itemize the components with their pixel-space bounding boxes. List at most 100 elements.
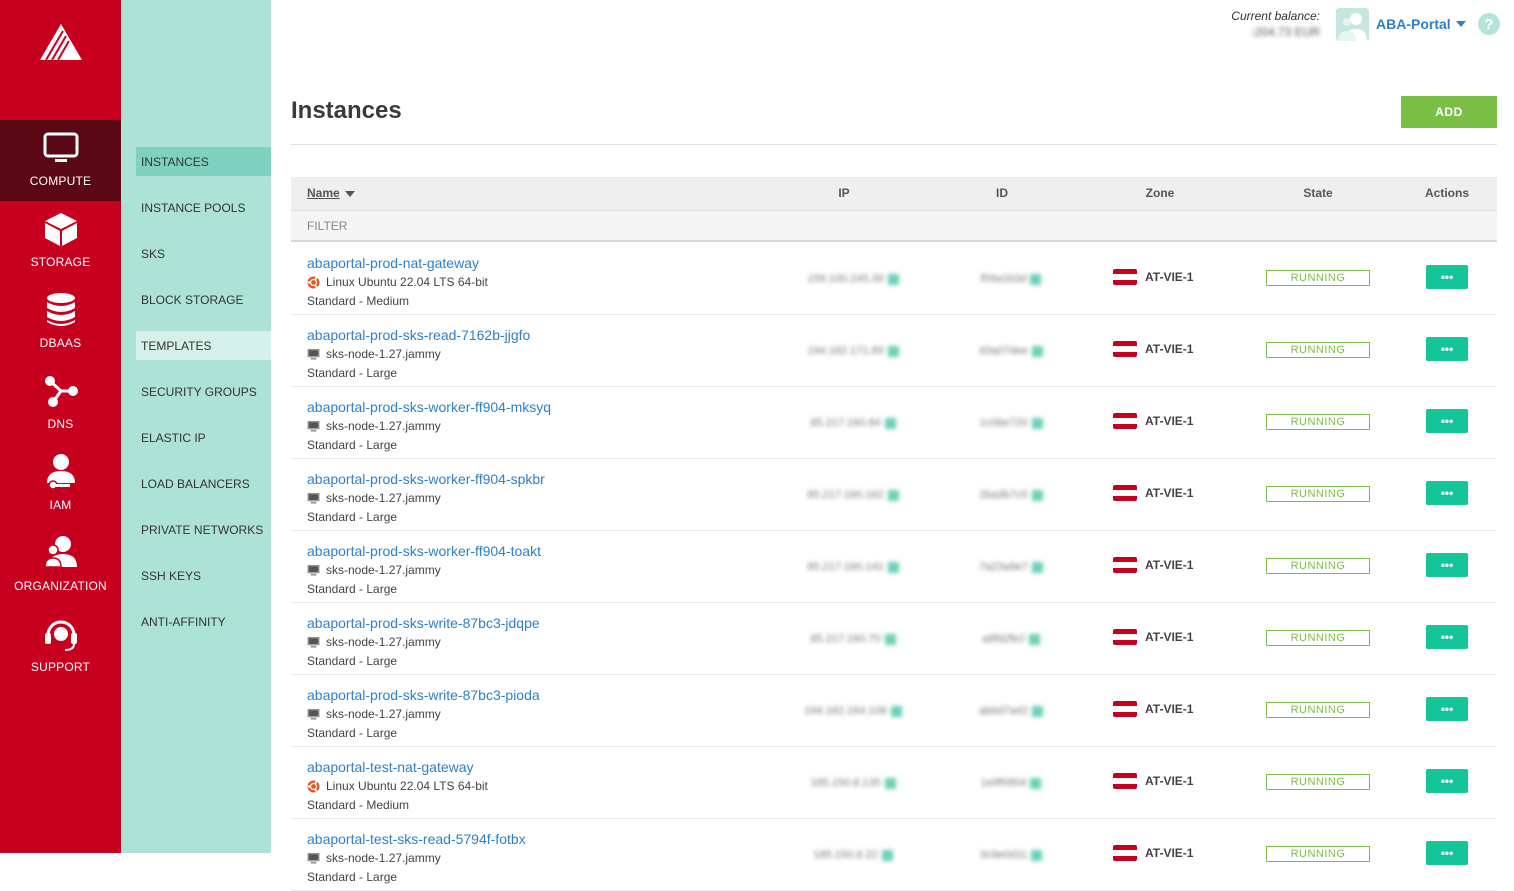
filter-input[interactable]	[299, 214, 599, 238]
copy-icon[interactable]	[884, 417, 896, 429]
subnav-load-balancers[interactable]: LOAD BALANCERS	[136, 469, 271, 498]
row-actions-button[interactable]: •••	[1426, 697, 1468, 721]
zone-label: AT-VIE-1	[1145, 702, 1194, 716]
instance-ip-value: 185.150.8.22	[813, 849, 878, 861]
instance-zone: AT-VIE-1	[1113, 485, 1193, 501]
instance-id: 7a23a9e7	[931, 561, 1091, 573]
nav-storage[interactable]: STORAGE	[0, 201, 121, 282]
copy-icon[interactable]	[1031, 561, 1043, 573]
nav-dbaas[interactable]: DBAAS	[0, 282, 121, 363]
instance-os-label: Linux Ubuntu 22.04 LTS 64-bit	[326, 275, 488, 289]
copy-icon[interactable]	[887, 489, 899, 501]
subnav-instance-pools[interactable]: INSTANCE POOLS	[136, 193, 271, 222]
instance-type: Standard - Large	[307, 654, 398, 668]
instance-name-link[interactable]: abaportal-test-nat-gateway	[307, 759, 474, 775]
copy-icon[interactable]	[1030, 777, 1042, 789]
instance-id: d3a07dee	[931, 345, 1091, 357]
balance-label: Current balance:	[1231, 9, 1320, 23]
subnav-instances[interactable]: INSTANCES	[136, 147, 271, 176]
copy-icon[interactable]	[890, 705, 902, 717]
column-header-name[interactable]: Name	[307, 177, 355, 210]
instance-name-link[interactable]: abaportal-prod-sks-worker-ff904-mksyq	[307, 399, 551, 415]
nav-compute[interactable]: COMPUTE	[0, 120, 121, 201]
nav-dns[interactable]: DNS	[0, 363, 121, 444]
instance-ip: 194.182.164.108	[773, 705, 933, 717]
instance-name-link[interactable]: abaportal-prod-sks-read-7162b-jjgfo	[307, 327, 530, 343]
column-header-id: ID	[996, 186, 1008, 200]
row-actions-button[interactable]: •••	[1426, 409, 1468, 433]
nav-iam[interactable]: IAM	[0, 444, 121, 525]
copy-icon[interactable]	[887, 273, 899, 285]
table-row: abaportal-test-sks-read-5794f-fotbx sks-n…	[291, 819, 1497, 891]
network-nodes-icon	[41, 371, 81, 411]
nav-label: COMPUTE	[29, 173, 92, 188]
instance-ip-value: 194.182.171.89	[807, 345, 884, 357]
table-row: abaportal-prod-sks-worker-ff904-mksyq sks…	[291, 387, 1497, 459]
column-header-zone: Zone	[1145, 186, 1175, 200]
table-row: abaportal-prod-sks-write-87bc3-pioda sks-…	[291, 675, 1497, 747]
instance-name-link[interactable]: abaportal-prod-sks-worker-ff904-spkbr	[307, 471, 545, 487]
instance-os-label: sks-node-1.27.jammy	[326, 851, 441, 865]
instance-zone: AT-VIE-1	[1113, 845, 1193, 861]
subnav-elastic-ip[interactable]: ELASTIC IP	[136, 423, 271, 452]
nav-label: DBAAS	[39, 335, 82, 350]
subnav-private-networks[interactable]: PRIVATE NETWORKS	[136, 515, 271, 544]
row-actions-button[interactable]: •••	[1426, 553, 1468, 577]
nav-organization[interactable]: ORGANIZATION	[0, 525, 121, 606]
instance-name-link[interactable]: abaportal-prod-sks-write-87bc3-jdqpe	[307, 615, 540, 631]
row-actions-button[interactable]: •••	[1426, 481, 1468, 505]
monitor-icon	[41, 128, 81, 168]
nav-label: SUPPORT	[30, 659, 91, 674]
brand-logo[interactable]	[0, 0, 121, 120]
ubuntu-icon	[307, 780, 320, 793]
row-actions-button[interactable]: •••	[1426, 841, 1468, 865]
copy-icon[interactable]	[1031, 849, 1043, 861]
subnav-security-groups[interactable]: SECURITY GROUPS	[136, 377, 271, 406]
template-icon	[307, 636, 320, 649]
subnav-ssh-keys[interactable]: SSH KEYS	[136, 561, 271, 590]
nav-support[interactable]: SUPPORT	[0, 606, 121, 687]
add-instance-button[interactable]: ADD	[1401, 96, 1497, 128]
org-switcher[interactable]: ABA-Portal	[1376, 16, 1466, 32]
row-actions-button[interactable]: •••	[1426, 265, 1468, 289]
subnav-anti-affinity[interactable]: ANTI-AFFINITY	[136, 607, 271, 636]
instance-template: Linux Ubuntu 22.04 LTS 64-bit	[307, 779, 488, 793]
row-actions-button[interactable]: •••	[1426, 769, 1468, 793]
copy-icon[interactable]	[884, 633, 896, 645]
instance-name-link[interactable]: abaportal-prod-sks-write-87bc3-pioda	[307, 687, 540, 703]
copy-icon[interactable]	[1028, 633, 1040, 645]
instance-name-link[interactable]: abaportal-prod-sks-worker-ff904-toakt	[307, 543, 541, 559]
subnav-templates[interactable]: TEMPLATES	[136, 331, 271, 360]
instance-name-link[interactable]: abaportal-prod-nat-gateway	[307, 255, 479, 271]
copy-icon[interactable]	[887, 345, 899, 357]
austria-flag-icon	[1113, 701, 1137, 717]
copy-icon[interactable]	[884, 777, 896, 789]
copy-icon[interactable]	[881, 849, 893, 861]
status-badge: RUNNING	[1266, 846, 1370, 862]
avatar[interactable]	[1336, 8, 1369, 41]
help-icon[interactable]: ?	[1478, 13, 1500, 35]
subnav-sks[interactable]: SKS	[136, 239, 271, 268]
subnav-block-storage[interactable]: BLOCK STORAGE	[136, 285, 271, 314]
zone-label: AT-VIE-1	[1145, 486, 1194, 500]
nav-label: STORAGE	[30, 254, 91, 269]
status-badge: RUNNING	[1266, 414, 1370, 430]
instance-name-link[interactable]: abaportal-test-sks-read-5794f-fotbx	[307, 831, 526, 847]
instance-os-label: sks-node-1.27.jammy	[326, 635, 441, 649]
instance-zone: AT-VIE-1	[1113, 413, 1193, 429]
instance-template: sks-node-1.27.jammy	[307, 851, 441, 865]
copy-icon[interactable]	[1030, 273, 1042, 285]
copy-icon[interactable]	[1031, 705, 1043, 717]
cube-icon	[41, 209, 81, 249]
row-actions-button[interactable]: •••	[1426, 337, 1468, 361]
instance-ip: 194.182.171.89	[773, 345, 933, 357]
users-icon	[41, 533, 81, 573]
copy-icon[interactable]	[1031, 345, 1043, 357]
copy-icon[interactable]	[1031, 489, 1043, 501]
copy-icon[interactable]	[1031, 417, 1043, 429]
instance-ip: 85.217.160.141	[773, 561, 933, 573]
status-badge: RUNNING	[1266, 630, 1370, 646]
row-actions-button[interactable]: •••	[1426, 625, 1468, 649]
copy-icon[interactable]	[887, 561, 899, 573]
sort-desc-icon	[344, 190, 355, 197]
